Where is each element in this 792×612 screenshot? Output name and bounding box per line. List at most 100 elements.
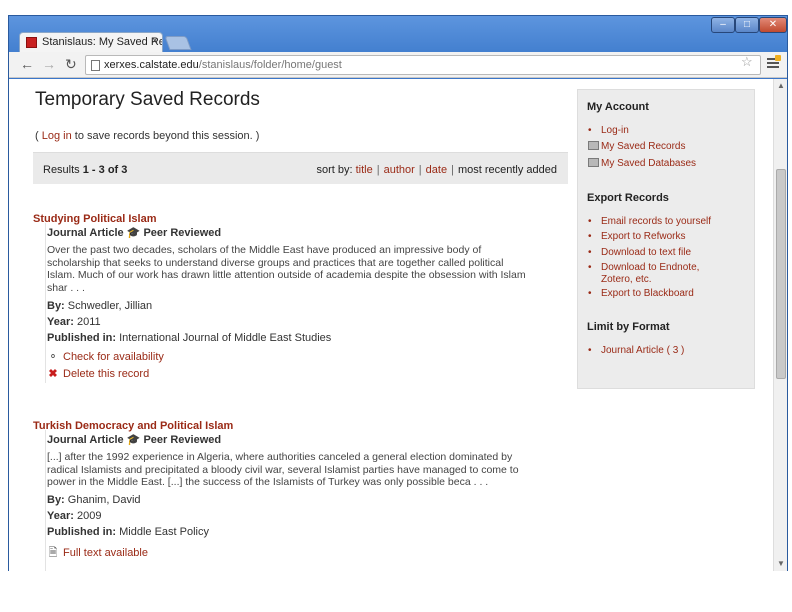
record-publication: Published in: Middle East Policy <box>47 526 209 538</box>
year-label: Year: <box>47 510 74 522</box>
sort-title-link[interactable]: title <box>356 164 373 176</box>
minimize-button[interactable]: – <box>711 17 735 33</box>
peer-reviewed-label: Peer Reviewed <box>143 434 222 446</box>
record-author: By: Schwedler, Jillian <box>47 300 152 312</box>
mortarboard-icon: 🎓 <box>126 434 141 446</box>
sort-author-link[interactable]: author <box>384 164 415 176</box>
record-details: Journal Article 🎓 Peer Reviewed Over the… <box>45 223 565 383</box>
abstract-line: Over the past two decades, scholars of t… <box>47 244 482 256</box>
sort-recent-current: most recently added <box>457 164 557 176</box>
sidebar-download-endnote-link[interactable]: Download to Endnote, <box>588 262 699 273</box>
check-availability-link[interactable]: Check for availability <box>63 351 164 363</box>
bookmark-star-icon[interactable]: ☆ <box>741 54 753 70</box>
record-author: By: Ghanim, David <box>47 494 141 506</box>
login-suffix: to save records beyond this session. ) <box>74 130 260 142</box>
sidebar: My Account Log-in My Saved Records My Sa… <box>577 89 755 389</box>
record-abstract: [...] after the 1992 experience in Alger… <box>47 451 555 489</box>
document-icon: 🗎 <box>48 547 58 559</box>
tab-title: Stanislaus: My Saved Reco <box>42 36 162 48</box>
tab-close-icon[interactable]: × <box>152 35 158 47</box>
sidebar-export-blackboard-link[interactable]: Export to Blackboard <box>588 288 694 299</box>
my-account-heading: My Account <box>587 101 649 113</box>
page-title: Temporary Saved Records <box>35 89 260 110</box>
abstract-line: scholarship that seeks to understand div… <box>47 256 504 269</box>
url-path: /stanislaus/folder/home/guest <box>198 59 342 71</box>
abstract-line: power in the Middle East. [...] the succ… <box>47 476 489 488</box>
record-year: Year: 2011 <box>47 316 101 328</box>
sort-label: sort by: <box>316 164 353 176</box>
update-badge-icon <box>775 55 781 61</box>
sidebar-email-records-link[interactable]: Email records to yourself <box>588 216 711 227</box>
sidebar-saved-records-link[interactable]: My Saved Records <box>601 141 685 152</box>
abstract-line: Islam. Much of our work has drawn little… <box>47 269 526 281</box>
author-value: Ghanim, David <box>67 494 141 506</box>
mortarboard-icon: 🎓 <box>126 227 141 239</box>
record-year: Year: 2009 <box>47 510 101 522</box>
sidebar-journal-article-filter[interactable]: Journal Article ( 3 ) <box>588 345 684 356</box>
author-value: Schwedler, Jillian <box>67 300 153 312</box>
sidebar-download-text-link[interactable]: Download to text file <box>588 247 691 258</box>
export-records-heading: Export Records <box>587 192 669 204</box>
abstract-line: shar . . . <box>47 281 85 294</box>
sidebar-saved-databases-link[interactable]: My Saved Databases <box>601 158 696 169</box>
scroll-up-arrow-icon[interactable]: ▲ <box>777 81 785 90</box>
results-bar: Results 1 - 3 of 3 sort by: title | author… <box>33 152 568 184</box>
login-prompt: ( Log in to save records beyond this ses… <box>35 130 259 142</box>
browser-toolbar: ← → ↻ xerxes.calstate.edu/stanislaus/fol… <box>9 52 787 78</box>
year-value: 2011 <box>76 316 101 328</box>
sidebar-export-refworks-link[interactable]: Export to Refworks <box>588 231 686 242</box>
sidebar-login-link[interactable]: Log-in <box>588 125 629 136</box>
publication-label: Published in: <box>47 332 117 344</box>
back-arrow-icon[interactable]: ← <box>20 56 34 72</box>
sort-bar: sort by: title | author | date | most recently… <box>316 164 557 176</box>
forward-arrow-icon[interactable]: → <box>42 56 56 72</box>
record-type-line: Journal Article 🎓 Peer Reviewed <box>47 433 221 446</box>
delete-record-link[interactable]: Delete this record <box>63 368 149 380</box>
author-label: By: <box>47 494 65 506</box>
login-link[interactable]: Log in <box>42 130 72 142</box>
window-close-button[interactable]: ✕ <box>759 17 787 33</box>
delete-x-icon: ✖ <box>48 368 58 380</box>
abstract-line: [...] after the 1992 experience in Alger… <box>47 451 513 463</box>
folder-icon <box>588 141 599 150</box>
record-type-line: Journal Article 🎓 Peer Reviewed <box>47 226 221 239</box>
page-viewport: Temporary Saved Records ( Log in to save… <box>9 79 773 571</box>
tab-saved-records[interactable]: Stanislaus: My Saved Reco × <box>19 32 163 52</box>
full-text-link[interactable]: Full text available <box>63 547 148 559</box>
page-scrollbar[interactable]: ▲ ▼ <box>773 79 787 571</box>
address-bar[interactable]: xerxes.calstate.edu/stanislaus/folder/ho… <box>85 55 761 75</box>
results-label: Results <box>43 164 80 176</box>
reload-icon[interactable]: ↻ <box>65 56 77 72</box>
year-value: 2009 <box>76 510 102 522</box>
results-count: Results 1 - 3 of 3 <box>43 164 127 176</box>
maximize-button[interactable]: □ <box>735 17 759 33</box>
folder-icon <box>588 158 599 167</box>
peer-reviewed-label: Peer Reviewed <box>143 227 222 239</box>
full-text-action[interactable]: 🗎 Full text available <box>47 544 148 563</box>
publication-label: Published in: <box>47 526 117 538</box>
availability-icon: ⚬ <box>48 351 58 363</box>
site-favicon-icon <box>26 37 37 48</box>
scroll-thumb[interactable] <box>776 169 786 379</box>
record-details: Journal Article 🎓 Peer Reviewed [...] af… <box>45 430 565 571</box>
page-icon <box>91 60 100 71</box>
check-availability-action[interactable]: ⚬ Check for availability <box>47 350 164 363</box>
record-item: Studying Political Islam Journal Article… <box>33 209 568 383</box>
record-item: Turkish Democracy and Political Islam Jo… <box>33 416 568 571</box>
author-label: By: <box>47 300 65 312</box>
scroll-down-arrow-icon[interactable]: ▼ <box>777 559 785 568</box>
url-host: xerxes.calstate.edu <box>104 59 199 71</box>
publication-value: International Journal of Middle East Stu… <box>119 332 332 344</box>
publication-value: Middle East Policy <box>119 526 209 538</box>
limit-format-heading: Limit by Format <box>587 321 670 333</box>
new-tab-button[interactable] <box>164 36 192 50</box>
delete-record-action[interactable]: ✖ Delete this record <box>47 367 149 380</box>
sort-date-link[interactable]: date <box>426 164 447 176</box>
record-abstract: Over the past two decades, scholars of t… <box>47 244 555 294</box>
results-range: 1 - 3 of 3 <box>82 164 128 176</box>
sidebar-download-endnote-link-cont[interactable]: Zotero, etc. <box>601 274 652 285</box>
browser-window: Stanislaus: My Saved Reco × – □ ✕ ← → ↻ … <box>8 15 788 571</box>
year-label: Year: <box>47 316 74 328</box>
browser-menu-icon[interactable] <box>767 55 781 70</box>
record-type: Journal Article <box>47 227 124 239</box>
